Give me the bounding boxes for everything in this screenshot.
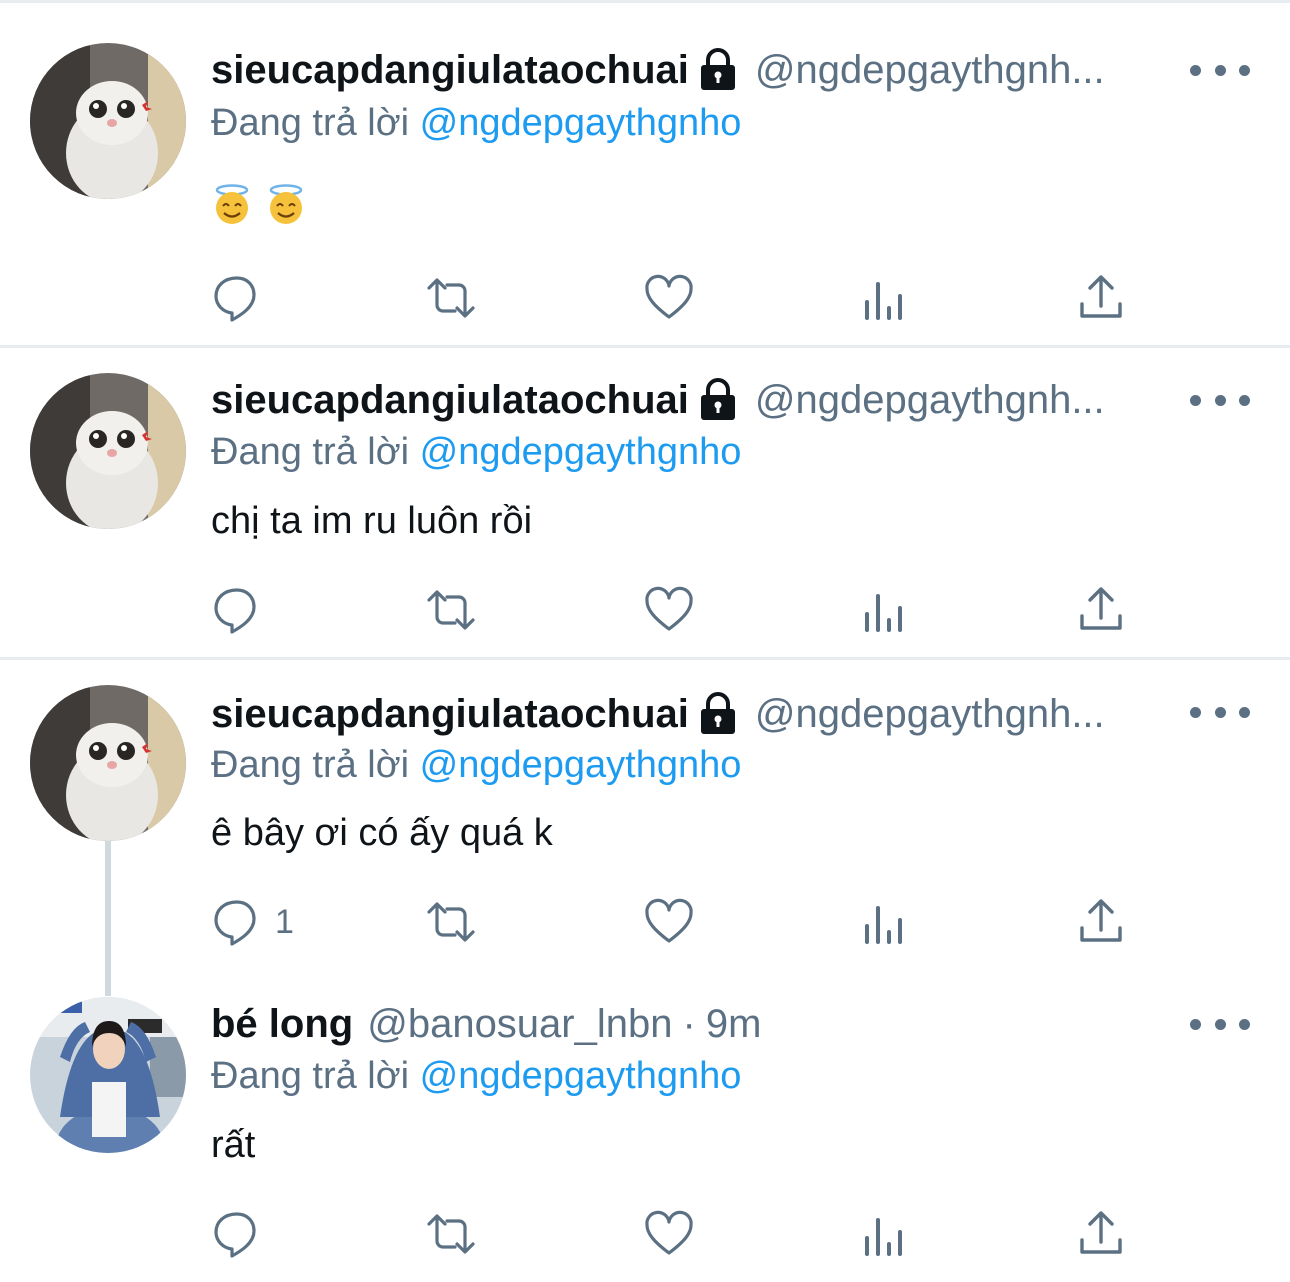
share-icon	[1080, 1211, 1122, 1254]
mention-link[interactable]: @ngdepgaythgnho	[420, 431, 742, 473]
share-button[interactable]	[1075, 272, 1127, 324]
like-button[interactable]	[643, 1208, 695, 1260]
share-icon	[1080, 587, 1122, 630]
retweet-button[interactable]	[425, 1208, 477, 1260]
tweet[interactable]: bé long @banosuar_lnbn · 9m Đang trả lời…	[0, 975, 1290, 1282]
like-button[interactable]	[643, 896, 695, 948]
tweet-actions	[211, 584, 1131, 636]
more-icon[interactable]	[1190, 50, 1250, 90]
share-button[interactable]	[1075, 584, 1127, 636]
separator-dot: ·	[682, 1002, 696, 1046]
reply-count: 1	[275, 902, 294, 941]
analytics-icon	[865, 282, 902, 320]
share-icon	[1080, 899, 1122, 942]
mention-link[interactable]: @ngdepgaythgnho	[420, 744, 742, 786]
analytics-icon	[865, 594, 902, 632]
like-icon	[645, 586, 693, 631]
tweet-header: sieucapdangiulataochuai @ngdepgaythgnh..…	[211, 374, 1200, 426]
tweet[interactable]: sieucapdangiulataochuai @ngdepgaythgnh..…	[0, 660, 1290, 996]
tweet-header: sieucapdangiulataochuai @ngdepgaythgnh..…	[211, 688, 1200, 740]
analytics-button[interactable]	[859, 584, 911, 636]
reply-icon	[214, 900, 256, 946]
reply-icon	[214, 276, 256, 322]
retweet-icon	[427, 902, 475, 942]
replying-label: Đang trả lời	[211, 744, 410, 786]
analytics-button[interactable]	[859, 272, 911, 324]
replying-label: Đang trả lời	[211, 431, 410, 473]
like-button[interactable]	[643, 272, 695, 324]
lock-icon	[700, 692, 735, 734]
tweet-header: sieucapdangiulataochuai @ngdepgaythgnh..…	[211, 44, 1200, 96]
handle[interactable]: @ngdepgaythgnh...	[755, 374, 1105, 426]
reply-icon	[214, 1212, 256, 1258]
tweet-header: bé long @banosuar_lnbn · 9m	[211, 998, 1200, 1050]
reply-button[interactable]: 1	[211, 896, 294, 948]
analytics-button[interactable]	[859, 896, 911, 948]
reply-button[interactable]	[211, 272, 275, 324]
thread-connector	[105, 841, 111, 996]
reply-icon	[214, 588, 256, 634]
tweet-actions	[211, 1208, 1131, 1260]
tweet-text: chị ta im ru luôn rồi	[211, 500, 533, 542]
avatar[interactable]	[30, 685, 186, 841]
handle[interactable]: @banosuar_lnbn	[367, 998, 672, 1050]
like-icon	[645, 1210, 693, 1255]
tweet-actions: 1	[211, 896, 1131, 948]
display-name[interactable]: sieucapdangiulataochuai	[211, 44, 689, 96]
more-icon[interactable]	[1190, 1004, 1250, 1044]
replying-to: Đang trả lời @ngdepgaythgnho	[211, 740, 741, 790]
handle[interactable]: @ngdepgaythgnh...	[755, 44, 1105, 96]
analytics-button[interactable]	[859, 1208, 911, 1260]
handle[interactable]: @ngdepgaythgnh...	[755, 688, 1105, 740]
tweet-text: ê bây ơi có ấy quá k	[211, 812, 553, 854]
replying-to: Đang trả lời @ngdepgaythgnho	[211, 98, 741, 148]
avatar[interactable]	[30, 43, 186, 199]
retweet-button[interactable]	[425, 896, 477, 948]
display-name[interactable]: bé long	[211, 998, 353, 1050]
tweet-text	[211, 184, 307, 226]
smiling-face-with-halo-icon	[269, 184, 303, 224]
like-button[interactable]	[643, 584, 695, 636]
like-icon	[645, 898, 693, 943]
retweet-button[interactable]	[425, 584, 477, 636]
share-icon	[1080, 275, 1122, 318]
share-button[interactable]	[1075, 1208, 1127, 1260]
mention-link[interactable]: @ngdepgaythgnho	[420, 1055, 742, 1097]
tweet[interactable]: sieucapdangiulataochuai @ngdepgaythgnh..…	[0, 348, 1290, 658]
like-icon	[645, 274, 693, 319]
tweet[interactable]: sieucapdangiulataochuai @ngdepgaythgnh..…	[0, 0, 1290, 345]
reply-button[interactable]	[211, 584, 275, 636]
timestamp[interactable]: 9m	[706, 998, 762, 1050]
display-name[interactable]: sieucapdangiulataochuai	[211, 688, 689, 740]
share-button[interactable]	[1075, 896, 1127, 948]
retweet-icon	[427, 1214, 475, 1254]
replying-label: Đang trả lời	[211, 102, 410, 144]
lock-icon	[700, 48, 735, 90]
retweet-button[interactable]	[425, 272, 477, 324]
tweet-text: rất	[211, 1124, 256, 1166]
reply-button[interactable]	[211, 1208, 275, 1260]
avatar[interactable]	[30, 997, 186, 1153]
more-icon[interactable]	[1190, 380, 1250, 420]
replying-to: Đang trả lời @ngdepgaythgnho	[211, 1051, 741, 1101]
more-icon[interactable]	[1190, 692, 1250, 732]
smiling-face-with-halo-icon	[215, 184, 249, 224]
analytics-icon	[865, 1218, 902, 1256]
display-name[interactable]: sieucapdangiulataochuai	[211, 374, 689, 426]
mention-link[interactable]: @ngdepgaythgnho	[420, 102, 742, 144]
avatar[interactable]	[30, 373, 186, 529]
tweet-actions	[211, 272, 1131, 324]
replying-to: Đang trả lời @ngdepgaythgnho	[211, 427, 741, 477]
retweet-icon	[427, 278, 475, 318]
replying-label: Đang trả lời	[211, 1055, 410, 1097]
analytics-icon	[865, 906, 902, 944]
retweet-icon	[427, 590, 475, 630]
lock-icon	[700, 378, 735, 420]
